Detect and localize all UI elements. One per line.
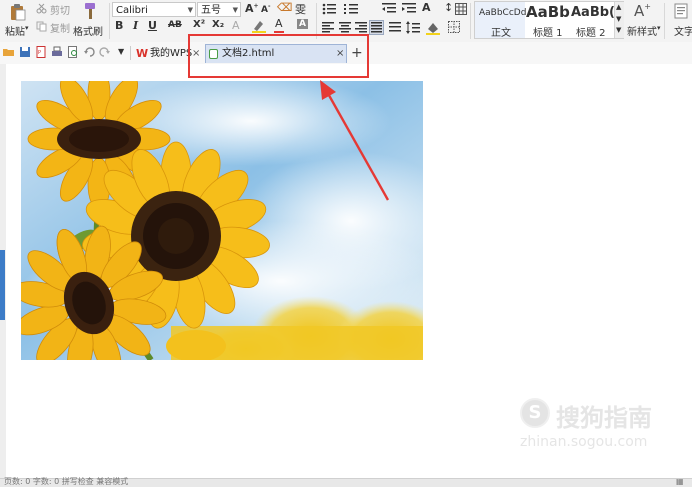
text-tools-icon — [674, 3, 688, 19]
chevron-down-icon: ▼ — [616, 15, 622, 23]
cut-label: 剪切 — [50, 6, 70, 17]
chevron-up-icon: ▲ — [616, 3, 622, 11]
superscript-button[interactable]: X² — [193, 19, 205, 30]
underline-button[interactable]: U — [148, 19, 157, 32]
chevron-down-icon: ▾ — [657, 24, 661, 32]
line-spacing-icon[interactable] — [406, 21, 420, 34]
align-center-icon[interactable] — [339, 22, 351, 33]
print-icon[interactable] — [51, 46, 63, 58]
paste-button[interactable]: 粘贴 ▾ — [3, 1, 33, 39]
chevron-down-icon: ▼ — [232, 6, 238, 14]
style-preview: AaBb( — [571, 5, 614, 20]
expand-icon: ▼ — [616, 26, 622, 34]
shading-icon[interactable] — [426, 21, 440, 35]
text-tools-label: 文字 — [674, 27, 692, 38]
tab-divider — [130, 46, 131, 60]
new-style-icon: A+ — [634, 2, 651, 20]
copy-button[interactable]: 复制 — [36, 20, 72, 35]
copy-label: 复制 — [50, 24, 70, 35]
sort-icon[interactable]: ↕ — [444, 1, 453, 14]
align-justify-icon — [371, 22, 382, 33]
style-name: 标题 2 — [576, 28, 606, 38]
bold-button[interactable]: B — [115, 19, 123, 32]
style-gallery-scroll[interactable]: ▲ ▼ ▼ — [614, 2, 624, 38]
phonetic-guide-icon[interactable]: 雯 — [295, 1, 306, 17]
clipboard-group: 粘贴 ▾ 剪切 复制 格式刷 — [0, 0, 108, 42]
print-preview-icon[interactable] — [67, 46, 79, 58]
quick-access-dropdown-icon[interactable]: ▼ — [118, 47, 124, 56]
wps-logo-icon: W — [136, 47, 149, 60]
clear-format-icon[interactable]: ⌫ — [277, 1, 293, 14]
text-effect-icon[interactable]: A — [232, 19, 240, 32]
watermark: S 搜狗指南 zhinan.sogou.com — [516, 394, 692, 464]
tab-label: 我的WPS — [150, 48, 193, 59]
watermark-url: zhinan.sogou.com — [520, 434, 648, 450]
justify-button[interactable] — [369, 20, 384, 35]
side-panel-toggle[interactable] — [0, 250, 5, 320]
highlight-icon[interactable] — [252, 19, 266, 33]
style-preview: AaBb — [526, 3, 570, 21]
table-icon[interactable] — [455, 3, 467, 15]
strikethrough-button[interactable]: AB — [168, 20, 182, 30]
status-right-icon[interactable]: ▦ — [676, 477, 684, 486]
font-size-select[interactable]: 五号 ▼ — [197, 2, 241, 17]
brush-icon — [85, 3, 95, 19]
style-normal[interactable]: AaBbCcDd 正文 — [475, 2, 527, 39]
new-style-button[interactable]: A+ 新样式 ▾ — [626, 1, 662, 39]
paste-dropdown-icon: ▾ — [25, 24, 29, 32]
font-size-value: 五号 — [201, 5, 221, 16]
bullet-list-icon[interactable] — [322, 3, 338, 15]
font-color-icon[interactable]: A — [275, 17, 283, 30]
style-heading-1[interactable]: AaBb 标题 1 — [525, 2, 570, 38]
chevron-down-icon: ▼ — [187, 6, 193, 14]
watermark-brand: 搜狗指南 — [556, 404, 652, 432]
open-folder-icon[interactable] — [3, 46, 15, 58]
annotation-arrow-icon — [320, 80, 390, 201]
format-painter-label: 格式刷 — [73, 27, 103, 38]
text-tools-button[interactable]: 文字 — [668, 1, 692, 39]
font-family-select[interactable]: Calibri ▼ — [112, 2, 196, 17]
style-heading-2[interactable]: AaBb( 标题 2 — [570, 2, 614, 38]
paste-label: 粘贴 — [5, 27, 25, 38]
numbered-list-icon[interactable] — [344, 3, 360, 15]
scissors-icon — [36, 3, 47, 14]
style-preview: AaBbCcDd — [479, 8, 527, 18]
undo-icon[interactable] — [83, 46, 95, 58]
style-name: 正文 — [491, 28, 511, 39]
svg-text:P: P — [38, 50, 41, 56]
font-family-value: Calibri — [116, 5, 148, 16]
grow-font-button[interactable]: A+ — [245, 2, 259, 15]
paste-icon — [11, 4, 26, 21]
style-name: 标题 1 — [533, 28, 563, 38]
text-direction-icon[interactable]: A — [422, 1, 431, 14]
font-color-swatch — [274, 31, 284, 33]
group-divider — [664, 3, 665, 39]
subscript-button[interactable]: X₂ — [212, 19, 224, 30]
decrease-indent-icon[interactable] — [382, 3, 396, 15]
cut-button[interactable]: 剪切 — [36, 2, 72, 17]
italic-button[interactable]: I — [133, 19, 138, 32]
watermark-logo-icon: S — [520, 398, 550, 428]
format-painter-button[interactable]: 格式刷 — [73, 1, 107, 39]
distributed-align-icon[interactable] — [389, 22, 401, 33]
group-divider — [109, 3, 110, 39]
new-style-label: 新样式 — [627, 27, 657, 38]
shrink-font-button[interactable]: A- — [261, 3, 270, 15]
export-pdf-icon[interactable]: P — [35, 46, 47, 58]
char-shading-icon[interactable]: A — [297, 19, 308, 29]
increase-indent-icon[interactable] — [402, 3, 416, 15]
align-right-icon[interactable] — [355, 22, 367, 33]
copy-icon — [36, 21, 47, 32]
group-divider — [470, 3, 471, 39]
redo-icon[interactable] — [99, 46, 111, 58]
align-left-icon[interactable] — [322, 22, 334, 33]
save-icon[interactable] — [19, 46, 31, 58]
border-icon[interactable] — [448, 21, 460, 33]
style-gallery: AaBbCcDd 正文 AaBb 标题 1 AaBb( 标题 2 ▲ ▼ ▼ — [474, 1, 624, 39]
